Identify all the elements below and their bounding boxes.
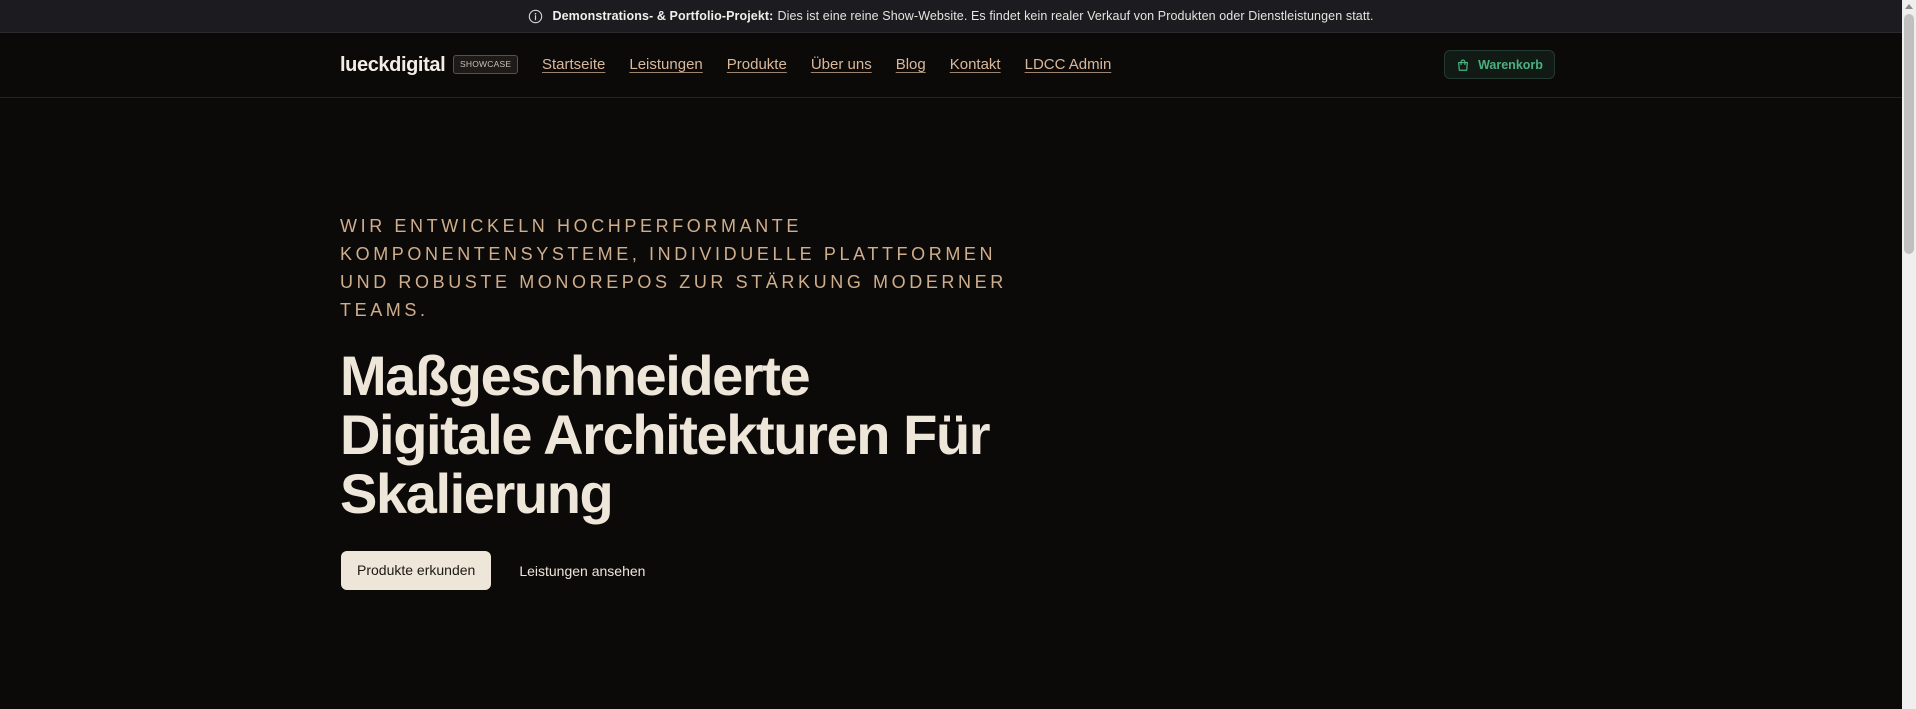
nav-link-produkte[interactable]: Produkte <box>727 56 787 73</box>
nav-link-kontakt[interactable]: Kontakt <box>950 56 1001 73</box>
hero-eyebrow: Wir entwickeln hochperformante Komponent… <box>340 216 1007 320</box>
shopping-bag-icon <box>1456 58 1470 72</box>
showcase-badge: SHOWCASE <box>453 55 519 74</box>
headline-line-1: Maßgeschneiderte <box>340 344 811 407</box>
nav-link-ldcc-admin[interactable]: LDCC Admin <box>1025 56 1112 73</box>
headline-line-2: Digitale Architekturen Für <box>340 403 991 466</box>
page-scrollbar-thumb[interactable] <box>1904 14 1914 254</box>
site-logo[interactable]: lueckdigital <box>340 54 446 77</box>
hero-cta-row: Produkte erkunden Leistungen ansehen <box>341 551 645 590</box>
info-icon <box>528 9 543 24</box>
scroll-up-arrow-icon[interactable] <box>1905 4 1913 9</box>
notice-label: Demonstrations- & Portfolio-Projekt: <box>552 9 774 23</box>
nav-link-ueber-uns[interactable]: Über uns <box>811 56 872 73</box>
nav-link-startseite[interactable]: Startseite <box>542 56 605 73</box>
headline-line-3: Skalierung <box>340 462 614 525</box>
hero-headline: Maßgeschneiderte Digitale Architekturen … <box>340 346 1080 523</box>
explore-products-button[interactable]: Produkte erkunden <box>341 551 492 590</box>
notice-text: Dies ist eine reine Show-Website. Es fin… <box>777 9 1374 23</box>
site-header: lueckdigital SHOWCASE Startseite Leistun… <box>0 33 1902 98</box>
nav-link-blog[interactable]: Blog <box>896 56 926 73</box>
cart-label: Warenkorb <box>1478 57 1543 72</box>
demo-notice-bar: Demonstrations- & Portfolio-Projekt: Die… <box>0 0 1902 33</box>
cart-button[interactable]: Warenkorb <box>1444 50 1555 79</box>
view-services-link[interactable]: Leistungen ansehen <box>519 563 645 579</box>
nav-link-leistungen[interactable]: Leistungen <box>629 56 702 73</box>
main-nav: Startseite Leistungen Produkte Über uns … <box>542 56 1135 73</box>
